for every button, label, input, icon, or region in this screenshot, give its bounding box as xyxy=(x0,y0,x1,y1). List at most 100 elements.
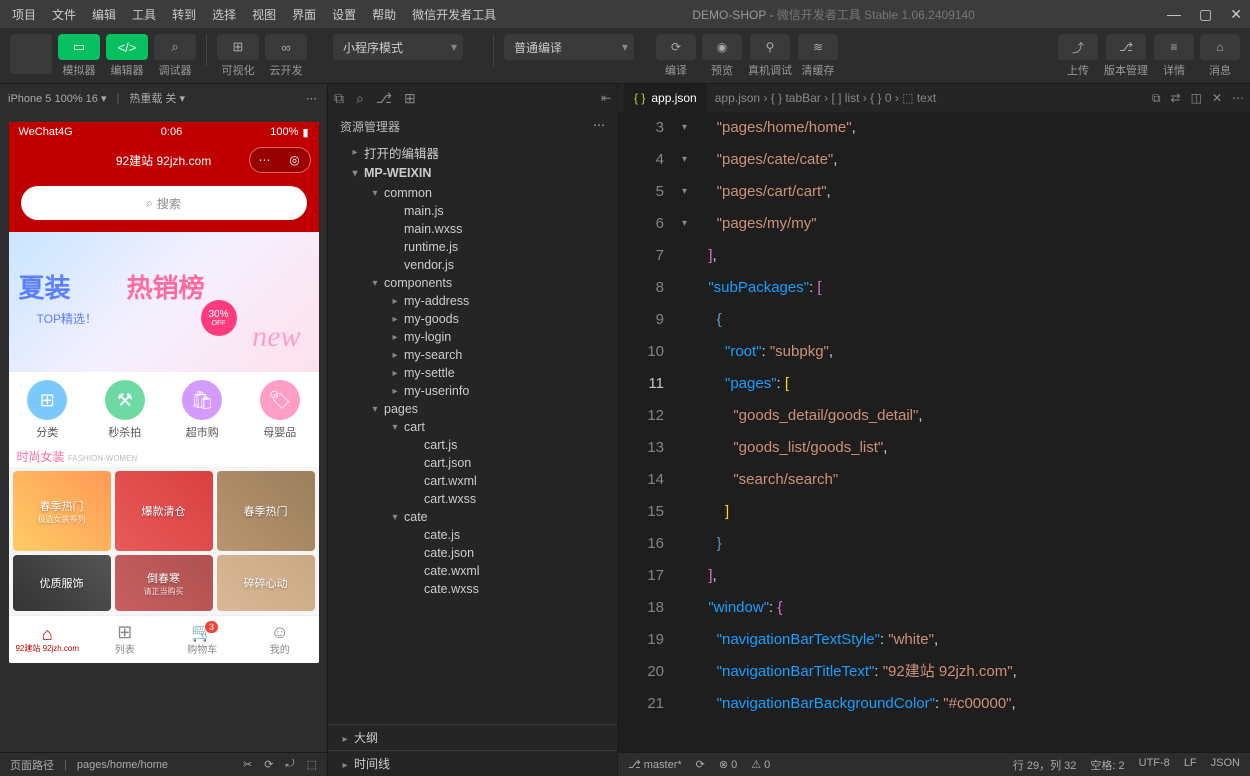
hotreload-select[interactable]: 热重载 关 ▾ xyxy=(129,90,185,106)
mode-select[interactable]: 小程序模式 xyxy=(333,34,463,60)
menu-item[interactable]: 转到 xyxy=(168,4,200,25)
breadcrumb[interactable]: app.json › { } tabBar › [ ] list › { } 0… xyxy=(715,91,936,105)
tree-item[interactable]: ▾cate xyxy=(328,508,617,526)
editor-more-icon[interactable]: ⋯ xyxy=(1232,91,1244,106)
branch-status[interactable]: ⎇ master* xyxy=(628,758,682,771)
tabbar-item[interactable]: ⌂92建站 92jzh.com xyxy=(9,616,87,663)
product-card[interactable]: 优质服饰 xyxy=(13,555,111,611)
category-item[interactable]: 🛍超市购 xyxy=(164,380,242,440)
product-card[interactable]: 倒春寒请正当购买 xyxy=(115,555,213,611)
tree-item[interactable]: ▾pages xyxy=(328,400,617,418)
open-editors-section[interactable]: ▸打开的编辑器 xyxy=(328,141,617,164)
banner[interactable]: 夏装 热销榜 TOP精选！ 30%OFF new xyxy=(9,232,319,372)
pop-icon[interactable]: ⬚ xyxy=(307,758,317,771)
rotate-icon[interactable]: ⤾ xyxy=(285,758,294,771)
tree-item[interactable]: ▸my-address xyxy=(328,292,617,310)
tree-item[interactable]: cate.json xyxy=(328,544,617,562)
menu-item[interactable]: 项目 xyxy=(8,4,40,25)
collapse-icon[interactable]: ⇤ xyxy=(601,91,611,105)
sync-icon[interactable]: ⟳ xyxy=(696,758,705,771)
refresh-icon[interactable]: ⟳ xyxy=(264,758,273,771)
category-item[interactable]: 🏷母婴品 xyxy=(241,380,319,440)
tree-item[interactable]: ▸my-goods xyxy=(328,310,617,328)
minimize-icon[interactable]: — xyxy=(1167,6,1181,23)
clearcache-button[interactable]: ≋ xyxy=(798,34,838,60)
tree-item[interactable]: ▸my-userinfo xyxy=(328,382,617,400)
menu-item[interactable]: 编辑 xyxy=(88,4,120,25)
product-card[interactable]: 春季热门 xyxy=(217,471,315,551)
tabbar-item[interactable]: 🛒购物车3 xyxy=(164,616,242,663)
tree-item[interactable]: cart.js xyxy=(328,436,617,454)
tree-item[interactable]: cate.wxml xyxy=(328,562,617,580)
version-button[interactable]: ⎇ xyxy=(1106,34,1146,60)
outline-section[interactable]: ▸大纲 xyxy=(328,724,617,750)
product-card[interactable]: 爆款清仓 xyxy=(115,471,213,551)
simulator-button[interactable]: ▭ xyxy=(58,34,100,60)
files-icon[interactable]: ⧉ xyxy=(334,90,344,107)
maximize-icon[interactable]: ▢ xyxy=(1199,6,1212,23)
encoding-status[interactable]: UTF-8 xyxy=(1139,757,1170,773)
tree-item[interactable]: ▸my-search xyxy=(328,346,617,364)
page-route[interactable]: pages/home/home xyxy=(77,759,168,771)
product-card[interactable]: 春季热门极选女装系列 xyxy=(13,471,111,551)
editor-tab[interactable]: { }app.json xyxy=(624,84,707,112)
tree-item[interactable]: cart.wxss xyxy=(328,490,617,508)
tree-item[interactable]: ▾components xyxy=(328,274,617,292)
menu-item[interactable]: 帮助 xyxy=(368,4,400,25)
menu-item[interactable]: 选择 xyxy=(208,4,240,25)
capsule-close-icon[interactable]: ◎ xyxy=(280,148,310,172)
tree-item[interactable]: cart.wxml xyxy=(328,472,617,490)
search-icon[interactable]: ⌕ xyxy=(356,90,364,107)
category-item[interactable]: ⚒秒杀拍 xyxy=(86,380,164,440)
tree-item[interactable]: main.wxss xyxy=(328,220,617,238)
lang-status[interactable]: JSON xyxy=(1211,757,1240,773)
menu-item[interactable]: 工具 xyxy=(128,4,160,25)
branch-icon[interactable]: ⎇ xyxy=(376,90,392,107)
visualize-button[interactable]: ⊞ xyxy=(217,34,259,60)
sim-more-icon[interactable]: ⋯ xyxy=(306,92,319,105)
tree-item[interactable]: runtime.js xyxy=(328,238,617,256)
compile-mode-select[interactable]: 普通编译 xyxy=(504,34,634,60)
detail-button[interactable]: ≡ xyxy=(1154,34,1194,60)
menu-item[interactable]: 视图 xyxy=(248,4,280,25)
spaces-status[interactable]: 空格: 2 xyxy=(1090,757,1124,773)
category-item[interactable]: ⊞分类 xyxy=(9,380,87,440)
menu-item[interactable]: 文件 xyxy=(48,4,80,25)
timeline-section[interactable]: ▸时间线 xyxy=(328,750,617,776)
search-input[interactable]: ⌕ 搜索 xyxy=(21,186,307,220)
ext-icon[interactable]: ⊞ xyxy=(404,90,416,107)
tab-close-icon[interactable]: ✕ xyxy=(1212,91,1222,106)
tree-item[interactable]: ▾common xyxy=(328,184,617,202)
errors-status[interactable]: ⊗ 0 xyxy=(719,758,737,771)
cut-icon[interactable]: ✂ xyxy=(243,758,252,771)
project-section[interactable]: ▾MP-WEIXIN xyxy=(328,164,617,182)
tree-item[interactable]: main.js xyxy=(328,202,617,220)
clouddev-button[interactable]: ∞ xyxy=(265,34,307,60)
device-select[interactable]: iPhone 5 100% 16 ▾ xyxy=(8,92,107,105)
diff-icon[interactable]: ⇄ xyxy=(1171,91,1181,106)
tree-item[interactable]: vendor.js xyxy=(328,256,617,274)
tabbar-item[interactable]: ☺我的 xyxy=(241,616,319,663)
tree-item[interactable]: ▸my-settle xyxy=(328,364,617,382)
explorer-more-icon[interactable]: ⋯ xyxy=(593,118,605,135)
split-icon[interactable]: ⧉ xyxy=(1152,91,1161,106)
editor-button[interactable]: </> xyxy=(106,34,148,60)
capsule-menu-icon[interactable]: ⋯ xyxy=(250,148,280,172)
tree-item[interactable]: cate.js xyxy=(328,526,617,544)
tree-item[interactable]: ▾cart xyxy=(328,418,617,436)
eol-status[interactable]: LF xyxy=(1184,757,1197,773)
debugger-button[interactable]: ⌕ xyxy=(154,34,196,60)
tree-item[interactable]: cart.json xyxy=(328,454,617,472)
layout-icon[interactable]: ◫ xyxy=(1191,91,1202,106)
tree-item[interactable]: ▸my-login xyxy=(328,328,617,346)
message-button[interactable]: ⌂ xyxy=(1200,34,1240,60)
preview-button[interactable]: ◉ xyxy=(702,34,742,60)
upload-button[interactable]: ⤴ xyxy=(1058,34,1098,60)
avatar[interactable] xyxy=(10,34,52,74)
compile-button[interactable]: ⟳ xyxy=(656,34,696,60)
menu-item[interactable]: 微信开发者工具 xyxy=(408,4,500,25)
menu-item[interactable]: 界面 xyxy=(288,4,320,25)
code-editor[interactable]: 3456789101112131415161718192021 ▾▾ ▾ ▾ "… xyxy=(618,112,1250,752)
cursor-pos[interactable]: 行 29，列 32 xyxy=(1013,757,1077,773)
tabbar-item[interactable]: ⊞列表 xyxy=(86,616,164,663)
